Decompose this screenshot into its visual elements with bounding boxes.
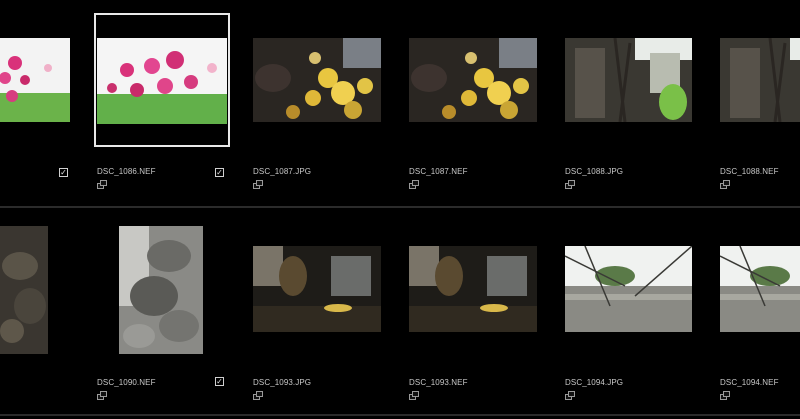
stack-icon [97,180,107,189]
thumbnail-dsc-1093-jpg[interactable] [253,246,381,332]
filename-label: DSC_1086.NEF [97,167,156,176]
stack-icon [720,391,730,400]
stack-icon [409,180,419,189]
filename-label: DSC_1088.NEF [720,167,779,176]
checkbox-icon[interactable]: ✓ [59,168,68,177]
photo-dark-garden [409,246,537,332]
thumbnail-dsc-1094-jpg[interactable] [565,246,692,332]
filename-label: DSC_1093.NEF [409,378,468,387]
thumbnail-partial-left[interactable] [0,38,70,122]
stack-icon [97,391,107,400]
stack-icon [253,391,263,400]
filename-label: DSC_1087.JPG [253,167,312,176]
stack-icon [565,391,575,400]
photo-yellow-pansies [253,38,381,122]
row-divider [0,414,800,416]
row-divider [0,206,800,208]
thumbnail-dsc-1094-nef[interactable] [720,246,800,332]
thumbnail-dsc-1093-nef[interactable] [409,246,537,332]
photo-tree-branches [720,246,800,332]
stack-icon [720,180,730,189]
thumbnail-dsc-1090-nef[interactable] [119,226,203,354]
photo-garden-plant [720,38,800,122]
photo-tree-branches [565,246,692,332]
filename-label: DSC_1093.JPG [253,378,312,387]
thumbnail-dsc-1088-nef[interactable] [720,38,800,122]
filename-label: DSC_1094.NEF [720,378,779,387]
photo-pink-flowers [97,38,227,124]
photo-dark-leaves [0,226,48,354]
photo-bw-leaves [119,226,203,354]
photo-dark-garden [253,246,381,332]
filename-label: DSC_1090.NEF [97,378,156,387]
thumbnail-dsc-1086-nef[interactable] [97,38,227,124]
checkbox-icon[interactable]: ✓ [215,377,224,386]
checkbox-icon[interactable]: ✓ [215,168,224,177]
filename-label: DSC_1087.NEF [409,167,468,176]
photo-yellow-pansies [409,38,537,122]
stack-icon [253,180,263,189]
photo-garden-plant [565,38,692,122]
thumbnail-dsc-1088-jpg[interactable] [565,38,692,122]
stack-icon [565,180,575,189]
photo-pink-flowers [0,38,70,122]
filename-label: DSC_1094.JPG [565,378,624,387]
stack-icon [409,391,419,400]
thumbnail-dsc-1087-jpg[interactable] [253,38,381,122]
thumbnail-dsc-1087-nef[interactable] [409,38,537,122]
thumbnail-partial-left[interactable] [0,226,48,354]
filename-label: DSC_1088.JPG [565,167,624,176]
